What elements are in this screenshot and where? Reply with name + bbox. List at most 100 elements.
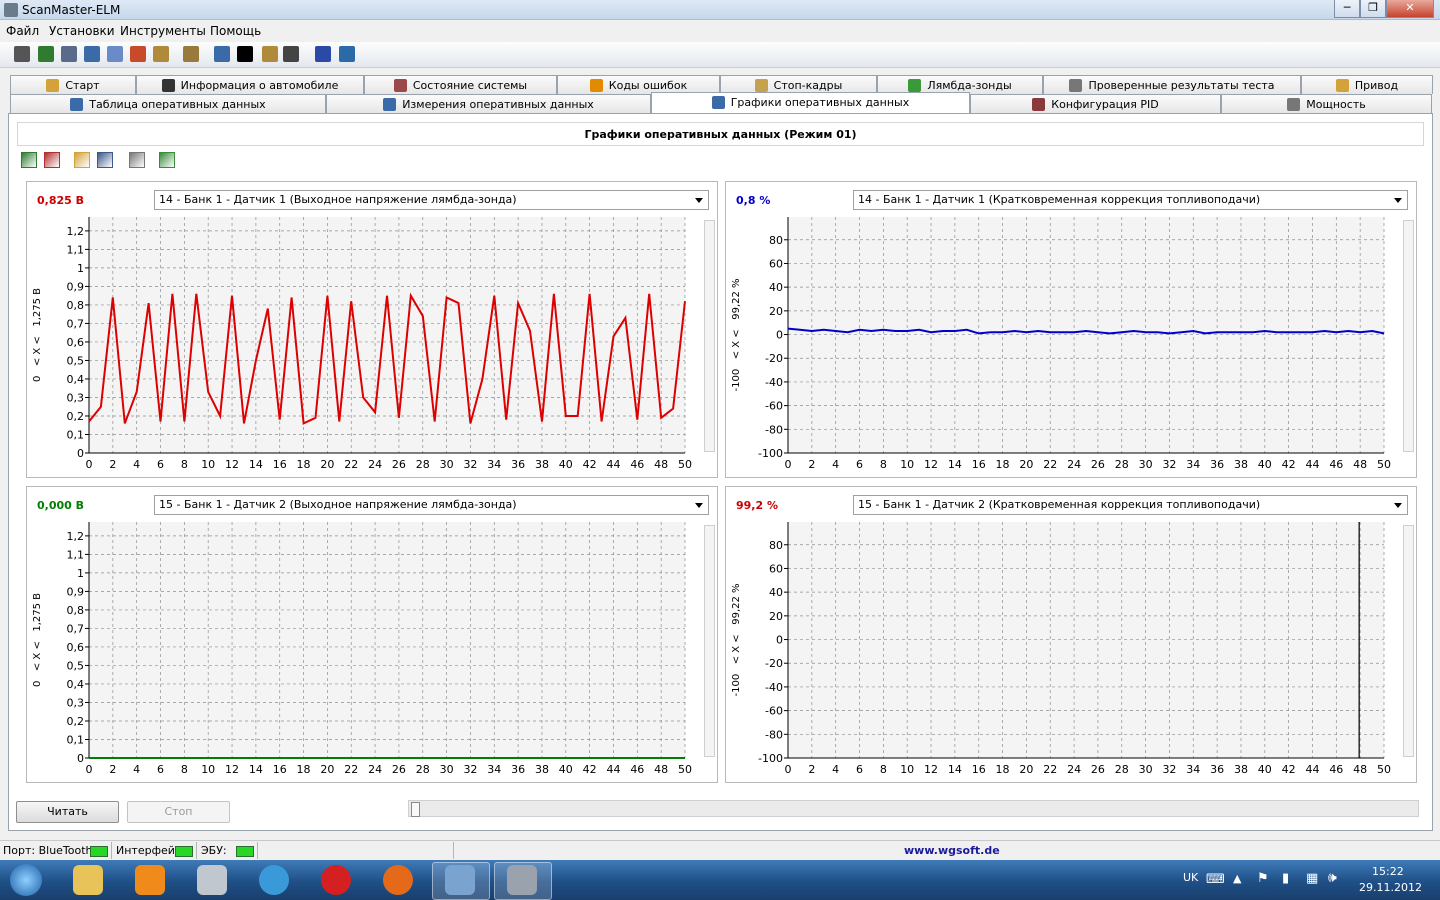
network-icon[interactable]: ▦ — [1306, 871, 1318, 886]
chart-icon[interactable] — [107, 46, 123, 62]
y-tick-label: 0,1 — [67, 428, 85, 441]
x-tick-label: 4 — [133, 458, 140, 471]
current-value: 0,8 % — [736, 194, 771, 207]
save-icon[interactable] — [97, 152, 113, 168]
language-indicator[interactable]: UK — [1183, 871, 1198, 884]
cup-icon[interactable] — [153, 46, 169, 62]
x-tick-label: 38 — [535, 763, 549, 776]
table-icon[interactable] — [84, 46, 100, 62]
window-icon[interactable] — [214, 46, 230, 62]
action-center-icon[interactable]: ⚑ — [1257, 871, 1269, 886]
battery-icon[interactable] — [262, 46, 278, 62]
pid-select[interactable]: 15 - Банк 1 - Датчик 2 (Кратковременная … — [853, 495, 1408, 515]
remove-graph-icon[interactable] — [44, 152, 60, 168]
y-tick-label: -20 — [765, 352, 783, 365]
x-tick-label: 42 — [1282, 763, 1296, 776]
terminal-icon[interactable] — [237, 46, 253, 62]
maximize-button[interactable]: ❐ — [1360, 0, 1386, 18]
pid-select[interactable]: 15 - Банк 1 - Датчик 2 (Выходное напряже… — [154, 495, 709, 515]
tab-row1-3[interactable]: Состояние системы — [364, 75, 557, 94]
x-tick-label: 30 — [1139, 763, 1153, 776]
x-tick-label: 32 — [1162, 763, 1176, 776]
time-scrollbar[interactable] — [408, 800, 1419, 817]
tab-label: Конфигурация PID — [1051, 98, 1159, 111]
x-tick-label: 42 — [583, 458, 597, 471]
tab-row2-4[interactable]: Конфигурация PID — [970, 94, 1221, 113]
x-tick-label: 36 — [1210, 763, 1224, 776]
chart-vertical-scroll[interactable] — [1403, 525, 1414, 757]
read-button[interactable]: Читать — [16, 801, 119, 823]
pid-select[interactable]: 14 - Банк 1 - Датчик 1 (Кратковременная … — [853, 190, 1408, 210]
opera-icon[interactable] — [321, 865, 351, 895]
print-icon[interactable] — [129, 152, 145, 168]
x-tick-label: 2 — [109, 458, 116, 471]
scrollbar-thumb[interactable] — [411, 802, 420, 817]
window-title: ScanMaster-ELM — [22, 3, 121, 17]
menu-help[interactable]: Помощь — [210, 24, 261, 38]
chart-plot: 0 2 4 6 8 10 12 14 16 18 20 22 24 26 28 30 32 34 36 38 40 42 4… — [731, 522, 1391, 776]
palette-icon[interactable] — [130, 46, 146, 62]
explorer-icon[interactable] — [73, 865, 103, 895]
tab-row2-2[interactable]: Измерения оперативных данных — [326, 94, 651, 113]
y-tick-label: 0,9 — [67, 280, 85, 293]
power-icon — [1287, 98, 1301, 111]
media-classic-icon[interactable] — [197, 865, 227, 895]
status-separator — [257, 842, 258, 859]
chart-vertical-scroll[interactable] — [704, 525, 715, 757]
minimize-button[interactable]: ─ — [1334, 0, 1360, 18]
tab-row1-8[interactable]: Привод — [1301, 75, 1433, 94]
control-panel-icon[interactable] — [445, 865, 475, 895]
start-orb-icon[interactable] — [10, 864, 42, 896]
menu-settings[interactable]: Установки — [49, 24, 115, 38]
battery-icon[interactable]: ▮ — [1282, 871, 1289, 886]
tab-row1-2[interactable]: Информация о автомобиле — [136, 75, 364, 94]
info-icon[interactable] — [315, 46, 331, 62]
keyboard-icon[interactable]: ⌨ — [1206, 872, 1225, 887]
tab-row2-5[interactable]: Мощность — [1221, 94, 1432, 113]
y-tick-label: -80 — [765, 728, 783, 741]
connect-icon[interactable] — [14, 46, 30, 62]
tab-row1-7[interactable]: Проверенные результаты теста — [1043, 75, 1301, 94]
document-icon[interactable] — [61, 46, 77, 62]
tab-row2-1[interactable]: Таблица оперативных данных — [10, 94, 326, 113]
website-link[interactable]: www.wgsoft.de — [904, 844, 1000, 857]
clock-time[interactable]: 15:22 — [1372, 865, 1404, 878]
x-tick-label: 18 — [996, 763, 1010, 776]
stop-button[interactable]: Стоп — [127, 801, 230, 823]
chart-vertical-scroll[interactable] — [1403, 220, 1414, 452]
y-tick-label: 80 — [769, 539, 783, 552]
menu-tools[interactable]: Инструменты — [120, 24, 206, 38]
ie-icon[interactable] — [259, 865, 289, 895]
volume-icon[interactable]: 🕪 — [1328, 870, 1337, 886]
disc-icon[interactable] — [283, 46, 299, 62]
book-icon[interactable] — [339, 46, 355, 62]
y-tick-label: 0,6 — [67, 336, 85, 349]
clipboard-icon[interactable] — [183, 46, 199, 62]
y-tick-label: 0,2 — [67, 715, 85, 728]
y-tick-label: 0 — [77, 752, 84, 765]
pid-select[interactable]: 14 - Банк 1 - Датчик 1 (Выходное напряже… — [154, 190, 709, 210]
export-icon[interactable] — [159, 152, 175, 168]
y-tick-label: -60 — [765, 705, 783, 718]
pid-select-value: 14 - Банк 1 - Датчик 1 (Выходное напряже… — [159, 193, 517, 206]
clock-date[interactable]: 29.11.2012 — [1359, 881, 1422, 894]
chevron-down-icon — [1394, 198, 1402, 203]
tab-row1-1[interactable]: Старт — [10, 75, 136, 94]
globe-icon[interactable] — [38, 46, 54, 62]
tray-expand-icon[interactable]: ▲ — [1233, 872, 1241, 885]
x-tick-label: 20 — [1019, 763, 1033, 776]
close-button[interactable]: ✕ — [1386, 0, 1434, 18]
tab-row2-3[interactable]: Графики оперативных данных — [651, 92, 970, 113]
scanmaster-icon[interactable] — [507, 865, 537, 895]
tab-label: Стоп-кадры — [773, 79, 843, 92]
chart-vertical-scroll[interactable] — [704, 220, 715, 452]
open-folder-icon[interactable] — [74, 152, 90, 168]
vlc-icon[interactable] — [135, 865, 165, 895]
x-tick-label: 34 — [487, 458, 501, 471]
menu-file[interactable]: Файл — [6, 24, 39, 38]
add-graph-icon[interactable] — [21, 152, 37, 168]
x-tick-label: 28 — [1115, 763, 1129, 776]
firefox-icon[interactable] — [383, 865, 413, 895]
x-tick-label: 38 — [1234, 458, 1248, 471]
x-tick-label: 22 — [344, 458, 358, 471]
